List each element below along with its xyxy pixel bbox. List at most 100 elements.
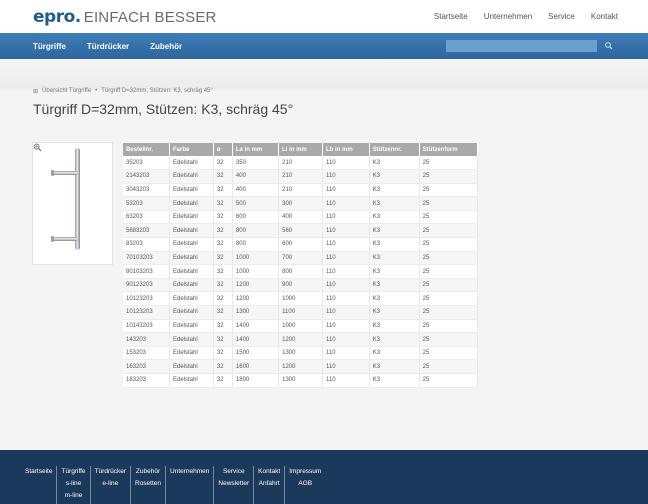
table-cell: 25 (419, 183, 479, 198)
product-image[interactable] (32, 142, 113, 265)
table-header-row: Bestellnr. Farbe ø La in mm Li in mm Lb in mm… (123, 143, 479, 156)
table-cell: 32 (213, 183, 233, 198)
table-cell: 600 (232, 210, 280, 225)
table-row: 70103203 Edelstahl 32 1000 700 110 K3 25 (123, 251, 479, 266)
footer-column: Kontakt Anfahrt (253, 466, 284, 504)
table-cell: K3 (369, 332, 420, 347)
footer-link[interactable]: Rosetten (135, 478, 161, 490)
table-cell: 53203 (123, 196, 170, 211)
nav-tuergriffe[interactable]: Türgriffe (33, 42, 66, 51)
footer-link[interactable]: AGB (298, 478, 312, 490)
table-cell: 25 (419, 373, 479, 388)
table-cell: K3 (369, 223, 420, 239)
table-cell: K3 (369, 278, 420, 293)
nav-zubehoer[interactable]: Zubehör (150, 42, 182, 51)
table-cell: 800 (232, 223, 280, 239)
table-row: 2143203 Edelstahl 32 400 210 110 K3 25 (123, 169, 479, 184)
table-cell: K3 (369, 169, 420, 184)
table-cell: 32 (213, 305, 233, 320)
breadcrumb-overview[interactable]: Übersicht Türgriffe (42, 88, 91, 95)
footer-link[interactable]: Anfahrt (259, 478, 280, 490)
table-cell: 110 (322, 264, 370, 279)
table-cell: 25 (419, 169, 479, 184)
table-cell: Edelstahl (169, 346, 214, 361)
table-cell: 1200 (278, 359, 324, 374)
nav-tuerdruecker[interactable]: Türdrücker (87, 42, 129, 51)
table-cell: 1000 (232, 264, 280, 279)
table-cell: 32 (213, 237, 233, 252)
table-cell: 32 (213, 251, 233, 266)
table-cell: K3 (369, 373, 420, 388)
table-cell: 110 (322, 169, 370, 184)
table-cell: 32 (213, 278, 233, 293)
topnav-unternehmen[interactable]: Unternehmen (484, 12, 532, 21)
table-cell: 110 (322, 291, 370, 307)
column-header: Farbe (169, 143, 214, 156)
table-cell: 210 (278, 183, 324, 198)
table-cell: 110 (322, 183, 370, 198)
column-header: La in mm (232, 143, 280, 156)
footer-link[interactable]: Newsletter (218, 478, 249, 490)
table-cell: 32 (213, 346, 233, 361)
footer-link[interactable]: Kontakt (258, 466, 280, 478)
table-cell: 25 (419, 278, 479, 293)
search-input[interactable] (446, 40, 597, 52)
table-cell: 5683203 (123, 223, 170, 239)
table-cell: 1200 (278, 332, 324, 347)
table-cell: K3 (369, 251, 420, 266)
footer-link[interactable]: Service (223, 466, 245, 478)
topnav-kontakt[interactable]: Kontakt (591, 12, 618, 21)
table-cell: 25 (419, 332, 479, 347)
table-cell: 80103203 (123, 264, 170, 279)
table-cell: K3 (369, 346, 420, 361)
footer-link[interactable]: Impressum (289, 466, 321, 478)
table-cell: 110 (322, 373, 370, 388)
table-cell: 25 (419, 156, 479, 171)
search-icon (605, 42, 613, 50)
footer-link[interactable]: Startseite (25, 466, 52, 478)
site-header: epro. EINFACH BESSER Startseite Unterneh… (0, 0, 648, 33)
table-cell: Edelstahl (169, 278, 214, 293)
table-cell: K3 (369, 237, 420, 252)
table-cell: Edelstahl (169, 373, 214, 388)
table-cell: 110 (322, 210, 370, 225)
table-cell: 25 (419, 264, 479, 279)
table-cell: 110 (322, 156, 370, 171)
table-cell: K3 (369, 156, 420, 171)
column-header: Stützenform (419, 143, 479, 156)
table-cell: 300 (278, 196, 324, 211)
table-cell: 1500 (232, 346, 280, 361)
table-cell: 110 (322, 359, 370, 374)
table-cell: 110 (322, 196, 370, 211)
table-cell: 1000 (232, 251, 280, 266)
table-cell: 25 (419, 210, 479, 225)
table-row: 153203 Edelstahl 32 1500 1300 110 K3 25 (123, 346, 479, 361)
footer-link[interactable]: Zubehör (136, 466, 160, 478)
footer-link[interactable]: Türgriffe (61, 466, 85, 478)
footer-link[interactable]: Unternehmen (170, 466, 209, 478)
search-button[interactable] (603, 40, 615, 52)
footer-link[interactable]: s-line (66, 478, 82, 490)
table-cell: 10143203 (123, 319, 170, 334)
table-row: 83203 Edelstahl 32 800 600 110 K3 25 (123, 237, 479, 252)
table-cell: 110 (322, 305, 370, 320)
footer-link[interactable]: e-line (102, 478, 118, 490)
table-cell: 900 (278, 278, 324, 293)
zoom-icon[interactable] (33, 143, 42, 152)
door-handle-image (51, 148, 80, 250)
breadcrumb-bullet-icon: ⊞ (33, 89, 39, 95)
topnav-service[interactable]: Service (548, 12, 575, 21)
topnav-startseite[interactable]: Startseite (434, 12, 468, 21)
table-cell: Edelstahl (169, 332, 214, 347)
column-header: Bestellnr. (123, 143, 170, 156)
table-cell: 110 (322, 223, 370, 239)
table-cell: 183203 (123, 373, 170, 388)
table-cell: 32 (213, 291, 233, 307)
table-cell: 32 (213, 196, 233, 211)
logo[interactable]: epro. EINFACH BESSER (33, 7, 217, 27)
footer-link[interactable]: m-line (65, 490, 83, 502)
table-cell: 110 (322, 237, 370, 252)
footer-column: Startseite (25, 466, 56, 504)
footer-link[interactable]: Türdrücker (95, 466, 126, 478)
column-header: ø (213, 143, 233, 156)
